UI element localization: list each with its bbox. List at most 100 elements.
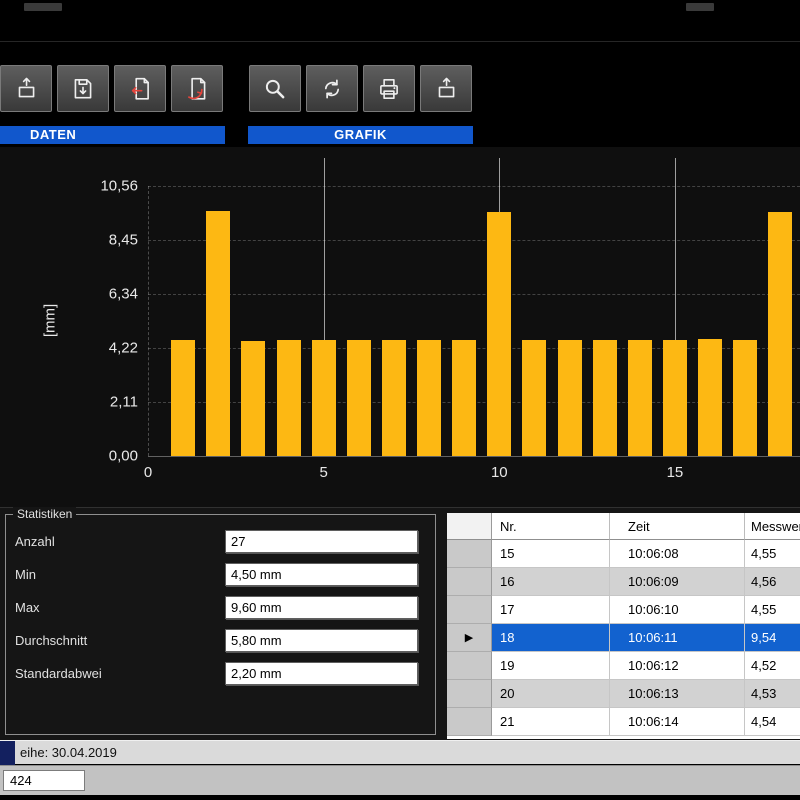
table-cell[interactable]: 4,55 bbox=[745, 596, 800, 624]
chart-bar bbox=[487, 212, 511, 456]
table-cell[interactable]: 4,53 bbox=[745, 680, 800, 708]
table-cell[interactable]: 15 bbox=[492, 540, 610, 568]
grid-header: Nr. Zeit Messwert bbox=[447, 513, 800, 540]
table-row[interactable]: 2010:06:134,53 bbox=[447, 680, 800, 708]
chart-bar bbox=[593, 340, 617, 456]
status-bar: eihe: 30.04.2019 bbox=[0, 740, 800, 764]
printer-icon bbox=[376, 76, 402, 102]
table-row[interactable]: 1710:06:104,55 bbox=[447, 596, 800, 624]
grid-header-selector[interactable] bbox=[447, 513, 492, 540]
table-cell[interactable]: 10:06:14 bbox=[610, 708, 745, 736]
chart-bar bbox=[698, 339, 722, 456]
table-row[interactable]: 2110:06:144,54 bbox=[447, 708, 800, 736]
table-cell[interactable]: 4,52 bbox=[745, 652, 800, 680]
y-tick-label: 6,34 bbox=[58, 286, 138, 301]
table-cell[interactable]: 10:06:09 bbox=[610, 568, 745, 596]
table-row[interactable]: 1610:06:094,56 bbox=[447, 568, 800, 596]
toolbar-button-print[interactable] bbox=[363, 65, 415, 112]
stat-label: Max bbox=[15, 600, 40, 616]
chart-bar bbox=[663, 340, 687, 456]
stat-input[interactable]: 27 bbox=[225, 530, 418, 553]
grid-header-nr[interactable]: Nr. bbox=[492, 513, 610, 540]
grid-body: 1510:06:084,551610:06:094,561710:06:104,… bbox=[447, 540, 800, 736]
grid-header-messwert[interactable]: Messwert bbox=[745, 513, 800, 540]
row-selector-cell[interactable] bbox=[447, 568, 492, 596]
table-cell[interactable]: 10:06:10 bbox=[610, 596, 745, 624]
table-cell[interactable]: 16 bbox=[492, 568, 610, 596]
y-tick-label: 10,56 bbox=[58, 179, 138, 194]
table-cell[interactable]: 10:06:08 bbox=[610, 540, 745, 568]
group-label-grafik: GRAFIK bbox=[248, 126, 473, 144]
chart-bar bbox=[558, 340, 582, 456]
titlebar-artifact-right bbox=[686, 3, 714, 11]
toolbar-divider bbox=[0, 41, 800, 42]
save-icon bbox=[70, 76, 96, 102]
stat-label: Durchschnitt bbox=[15, 633, 87, 649]
group-label-daten: DATEN bbox=[0, 126, 225, 144]
toolbar-button-save[interactable] bbox=[57, 65, 109, 112]
row-selector-cell[interactable] bbox=[447, 540, 492, 568]
chart-bar bbox=[171, 340, 195, 456]
table-cell[interactable]: 21 bbox=[492, 708, 610, 736]
toolbar-button-import[interactable] bbox=[0, 65, 52, 112]
table-cell[interactable]: 17 bbox=[492, 596, 610, 624]
toolbar-button-window-export[interactable] bbox=[420, 65, 472, 112]
x-tick-label: 5 bbox=[319, 464, 327, 481]
footer-counter-field: 424 bbox=[3, 770, 85, 791]
chart-bar bbox=[206, 211, 230, 456]
table-cell[interactable]: 10:06:13 bbox=[610, 680, 745, 708]
table-row[interactable]: ▶1810:06:119,54 bbox=[447, 624, 800, 652]
table-cell[interactable]: 18 bbox=[492, 624, 610, 652]
stat-label: Anzahl bbox=[15, 534, 55, 550]
chart-bar bbox=[347, 340, 371, 456]
row-selector-cell[interactable] bbox=[447, 708, 492, 736]
titlebar-artifact-left bbox=[24, 3, 62, 11]
row-selector-cell[interactable]: ▶ bbox=[447, 624, 492, 652]
statistics-title: Statistiken bbox=[13, 507, 76, 521]
x-tick-label: 15 bbox=[667, 464, 684, 481]
row-selector-cell[interactable] bbox=[447, 652, 492, 680]
table-row[interactable]: 1910:06:124,52 bbox=[447, 652, 800, 680]
toolbar-button-zoom[interactable] bbox=[249, 65, 301, 112]
chart-bar bbox=[768, 212, 792, 456]
table-cell[interactable]: 20 bbox=[492, 680, 610, 708]
chart-bar bbox=[417, 340, 441, 456]
chart-bar bbox=[312, 340, 336, 456]
table-cell[interactable]: 19 bbox=[492, 652, 610, 680]
stat-input[interactable]: 9,60 mm bbox=[225, 596, 418, 619]
status-icon bbox=[0, 741, 15, 765]
app-window: DATEN GRAFIK [mm] Statistiken Nr. Zeit M… bbox=[0, 0, 800, 800]
table-cell[interactable]: 4,56 bbox=[745, 568, 800, 596]
chart-bar bbox=[452, 340, 476, 456]
import-icon bbox=[13, 76, 39, 102]
row-selector-cell[interactable] bbox=[447, 596, 492, 624]
grid-header-zeit[interactable]: Zeit bbox=[610, 513, 745, 540]
table-row[interactable]: 1510:06:084,55 bbox=[447, 540, 800, 568]
chart-bar bbox=[522, 340, 546, 456]
stat-input[interactable]: 4,50 mm bbox=[225, 563, 418, 586]
stat-label: Standardabwei bbox=[15, 666, 102, 682]
table-cell[interactable]: 4,54 bbox=[745, 708, 800, 736]
table-cell[interactable]: 10:06:12 bbox=[610, 652, 745, 680]
y-tick-label: 0,00 bbox=[58, 449, 138, 464]
footer-bar: 424 bbox=[0, 765, 800, 795]
table-cell[interactable]: 10:06:11 bbox=[610, 624, 745, 652]
x-tick-label: 10 bbox=[491, 464, 508, 481]
stat-input[interactable]: 2,20 mm bbox=[225, 662, 418, 685]
y-tick-label: 4,22 bbox=[58, 341, 138, 356]
table-cell[interactable]: 9,54 bbox=[745, 624, 800, 652]
stat-input[interactable]: 5,80 mm bbox=[225, 629, 418, 652]
chart-bar bbox=[628, 340, 652, 456]
toolbar-button-report[interactable] bbox=[171, 65, 223, 112]
x-tick-label: 0 bbox=[144, 464, 152, 481]
export-icon bbox=[127, 76, 153, 102]
toolbar-button-refresh[interactable] bbox=[306, 65, 358, 112]
toolbar-button-export[interactable] bbox=[114, 65, 166, 112]
table-cell[interactable]: 4,55 bbox=[745, 540, 800, 568]
h-gridline bbox=[148, 186, 800, 187]
status-text: eihe: 30.04.2019 bbox=[20, 741, 117, 765]
chart-bar bbox=[733, 340, 757, 456]
report-icon bbox=[184, 76, 210, 102]
row-selector-cell[interactable] bbox=[447, 680, 492, 708]
x-axis-line bbox=[148, 456, 800, 457]
